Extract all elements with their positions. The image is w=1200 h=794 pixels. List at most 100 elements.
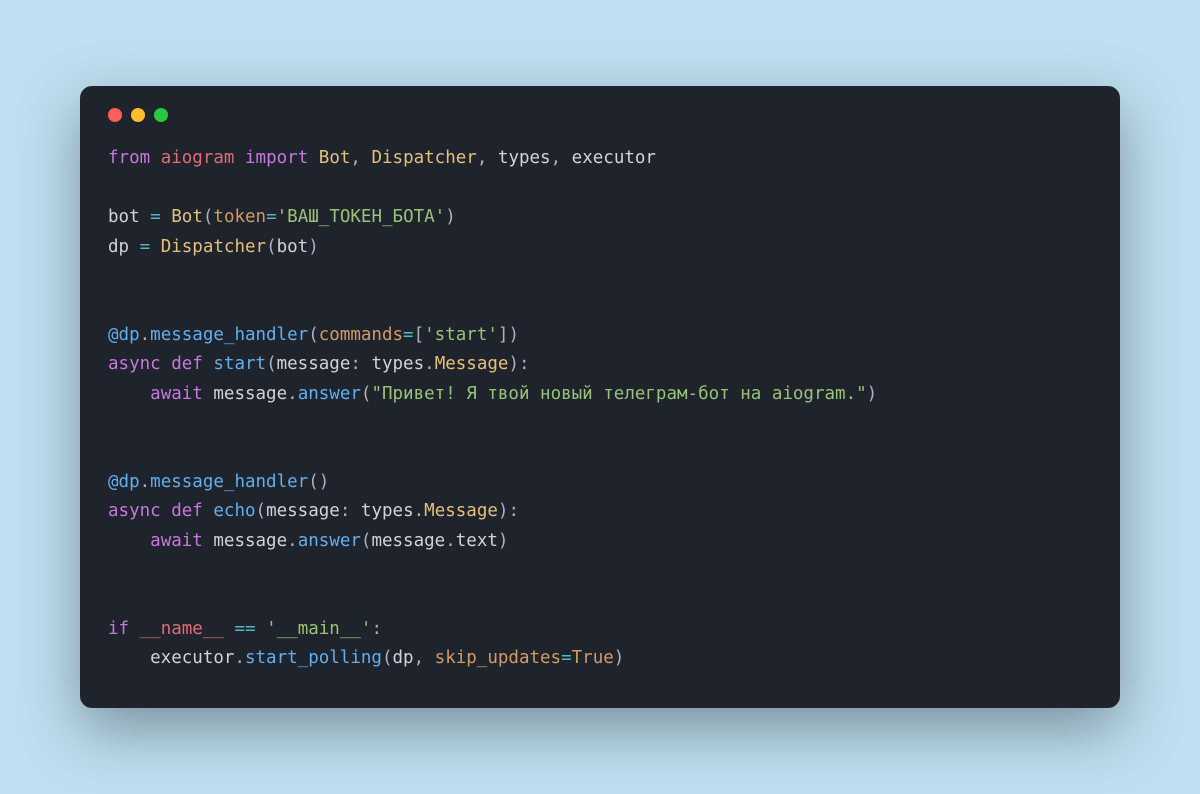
- code-token: async def: [108, 354, 203, 374]
- code-token: ): [308, 237, 319, 257]
- code-token: skip_updates: [435, 648, 561, 668]
- code-token: ]): [498, 325, 519, 345]
- code-token: message: [277, 354, 351, 374]
- code-token: __name__: [140, 619, 224, 639]
- code-token: token: [213, 207, 266, 227]
- code-token: [308, 148, 319, 168]
- code-token: .: [140, 472, 151, 492]
- code-token: types: [371, 354, 424, 374]
- code-token: '__main__': [266, 619, 371, 639]
- code-token: aiogram: [161, 148, 235, 168]
- code-token: ,: [477, 148, 498, 168]
- code-token: [150, 148, 161, 168]
- code-token: 'start': [424, 325, 498, 345]
- code-token: (: [361, 531, 372, 551]
- code-token: message_handler: [150, 325, 308, 345]
- code-token: start_polling: [245, 648, 382, 668]
- code-token: message: [266, 501, 340, 521]
- code-token: message: [203, 531, 287, 551]
- code-token: [234, 148, 245, 168]
- code-block: from aiogram import Bot, Dispatcher, typ…: [108, 144, 1092, 673]
- code-token: message: [371, 531, 445, 551]
- close-icon[interactable]: [108, 108, 122, 122]
- code-token: =: [561, 648, 572, 668]
- code-token: [161, 207, 172, 227]
- minimize-icon[interactable]: [131, 108, 145, 122]
- code-token: types: [361, 501, 414, 521]
- window-controls: [108, 108, 1092, 122]
- code-token: (: [308, 325, 319, 345]
- code-token: .: [424, 354, 435, 374]
- code-token: ,: [414, 648, 435, 668]
- code-token: :: [340, 501, 361, 521]
- code-token: [203, 354, 214, 374]
- code-token: =: [140, 237, 151, 257]
- code-token: :: [350, 354, 371, 374]
- code-token: @dp: [108, 472, 140, 492]
- code-token: (: [266, 237, 277, 257]
- code-token: answer: [298, 531, 361, 551]
- code-token: (: [266, 354, 277, 374]
- code-token: executor: [108, 648, 234, 668]
- code-token: [203, 501, 214, 521]
- code-token: dp: [108, 237, 140, 257]
- code-token: message: [203, 384, 287, 404]
- code-token: (: [203, 207, 214, 227]
- code-token: Dispatcher: [161, 237, 266, 257]
- code-token: .: [234, 648, 245, 668]
- code-token: ):: [498, 501, 519, 521]
- code-token: await: [150, 384, 203, 404]
- code-token: :: [371, 619, 382, 639]
- code-token: import: [245, 148, 308, 168]
- code-token: text: [456, 531, 498, 551]
- code-token: ,: [350, 148, 371, 168]
- code-token: (): [308, 472, 329, 492]
- code-token: (: [256, 501, 267, 521]
- code-token: bot: [277, 237, 309, 257]
- zoom-icon[interactable]: [154, 108, 168, 122]
- code-token: ,: [551, 148, 572, 168]
- code-token: .: [287, 384, 298, 404]
- code-token: =: [266, 207, 277, 227]
- code-token: "Привет! Я твой новый телеграм-бот на ai…: [371, 384, 866, 404]
- code-token: ): [867, 384, 878, 404]
- code-token: async def: [108, 501, 203, 521]
- code-token: [129, 619, 140, 639]
- code-token: .: [140, 325, 151, 345]
- code-token: (: [361, 384, 372, 404]
- code-token: .: [445, 531, 456, 551]
- code-token: True: [572, 648, 614, 668]
- code-token: .: [414, 501, 425, 521]
- code-token: start: [213, 354, 266, 374]
- code-token: from: [108, 148, 150, 168]
- code-token: Bot: [171, 207, 203, 227]
- code-window: from aiogram import Bot, Dispatcher, typ…: [80, 86, 1120, 707]
- code-token: @dp: [108, 325, 140, 345]
- code-token: [108, 531, 150, 551]
- code-token: [256, 619, 267, 639]
- code-token: Dispatcher: [371, 148, 476, 168]
- code-token: [: [414, 325, 425, 345]
- code-token: 'ВАШ_ТОКЕН_БОТА': [277, 207, 446, 227]
- code-token: ): [498, 531, 509, 551]
- code-token: Bot: [319, 148, 351, 168]
- code-token: echo: [213, 501, 255, 521]
- code-token: .: [287, 531, 298, 551]
- code-token: ==: [234, 619, 255, 639]
- code-token: message_handler: [150, 472, 308, 492]
- code-token: ): [614, 648, 625, 668]
- code-token: ): [445, 207, 456, 227]
- code-token: if: [108, 619, 129, 639]
- code-token: types: [498, 148, 551, 168]
- code-token: [150, 237, 161, 257]
- code-token: Message: [435, 354, 509, 374]
- code-token: [108, 384, 150, 404]
- code-token: answer: [298, 384, 361, 404]
- code-token: =: [150, 207, 161, 227]
- code-token: executor: [572, 148, 656, 168]
- code-token: await: [150, 531, 203, 551]
- code-token: [224, 619, 235, 639]
- code-token: (: [382, 648, 393, 668]
- code-token: ):: [508, 354, 529, 374]
- code-token: Message: [424, 501, 498, 521]
